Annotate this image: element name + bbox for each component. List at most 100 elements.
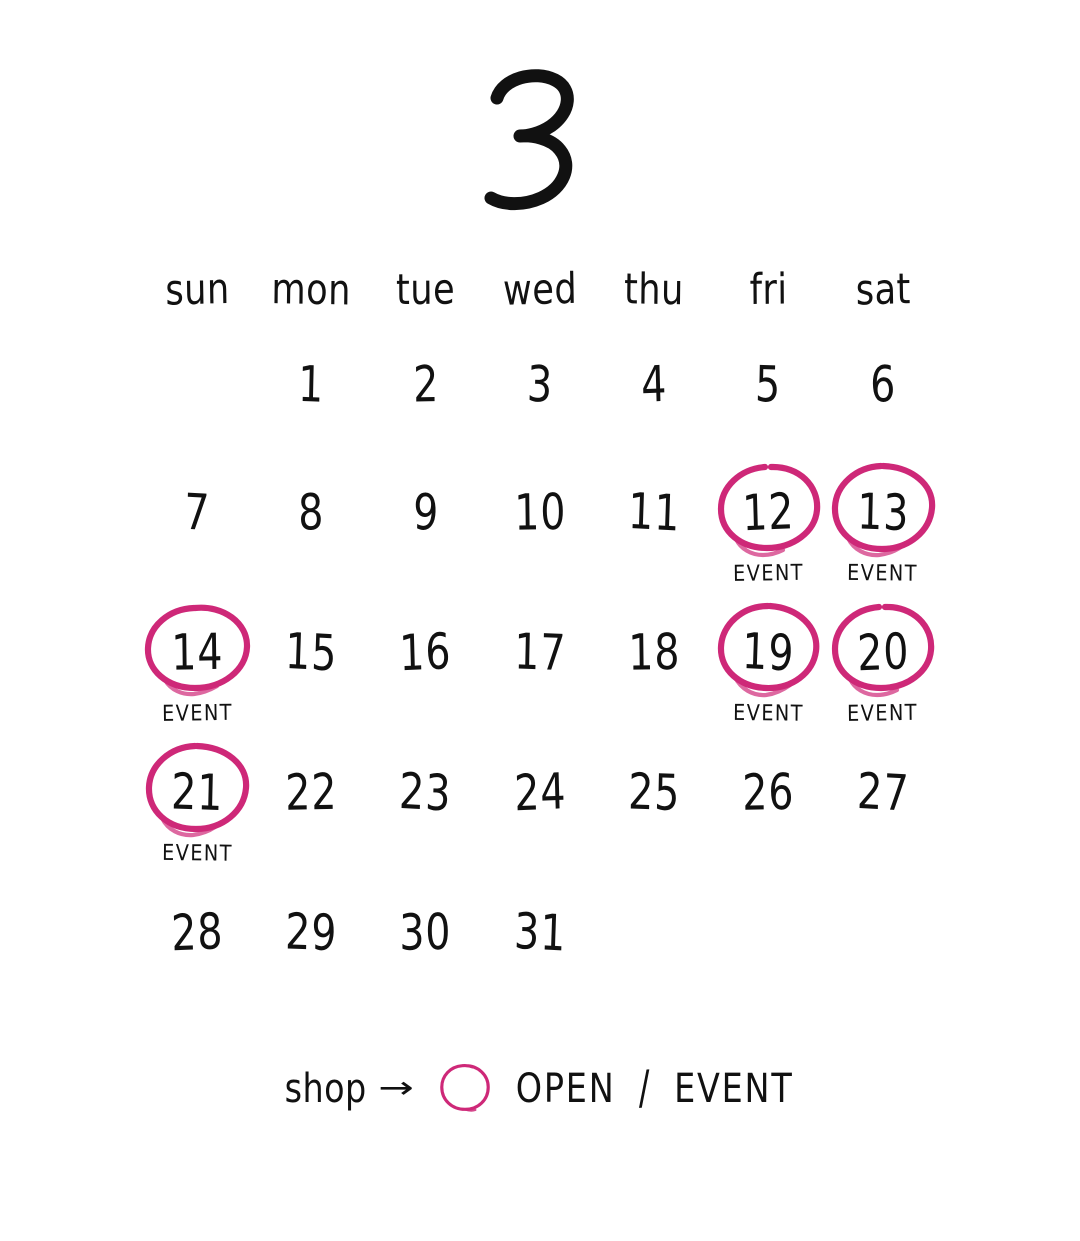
calendar-day-cell[interactable]: 10 [483, 466, 597, 606]
calendar-day-cell[interactable]: 27 [826, 746, 940, 886]
day-slot: 14 [141, 604, 253, 698]
calendar-day-cell[interactable]: 20 EVENT [826, 603, 940, 746]
day-number: 4 [640, 354, 669, 414]
calendar-week-row: 14 EVENT 15 16 17 18 19 EVENT 20 EVENT [140, 602, 940, 746]
day-slot: 5 [713, 338, 825, 430]
calendar-day-cell[interactable]: 15 [254, 606, 368, 746]
calendar-day-cell[interactable]: 30 [369, 886, 483, 1026]
calendar-day-cell[interactable]: 12 EVENT [711, 463, 825, 606]
calendar-day-cell[interactable]: 6 [826, 338, 940, 466]
calendar-week-row: 1 2 3 4 5 6 [140, 338, 940, 466]
calendar-day-cell[interactable]: 4 [597, 338, 711, 466]
calendar-day-cell[interactable]: 8 [254, 466, 368, 606]
event-label: EVENT [847, 699, 919, 727]
day-number: 9 [412, 482, 440, 542]
day-slot: 3 [484, 338, 596, 430]
day-number: 11 [627, 481, 682, 543]
weekday-cell-sun: sun [140, 262, 254, 338]
calendar-day-cell[interactable]: 17 [483, 606, 597, 746]
calendar-page: 3 sun mon tue wed thu fri sat [0, 0, 1080, 1241]
day-number: 24 [513, 761, 567, 823]
calendar-day-cell[interactable]: 29 [254, 886, 368, 1026]
day-slot: 30 [370, 886, 482, 978]
calendar-day-cell[interactable]: 16 [369, 606, 483, 746]
day-number: 19 [741, 621, 796, 683]
day-number: 12 [741, 481, 796, 543]
calendar-day-cell[interactable]: 24 [483, 746, 597, 886]
calendar-day-cell[interactable]: 5 [711, 338, 825, 466]
day-number: 29 [284, 901, 339, 963]
day-slot: 8 [255, 466, 367, 558]
calendar-day-cell[interactable]: 22 [254, 746, 368, 886]
calendar-empty-cell [140, 338, 254, 466]
day-slot: 24 [484, 746, 596, 838]
weekday-cell-tue: tue [369, 262, 483, 338]
weekday-header-row: sun mon tue wed thu fri sat [140, 262, 940, 338]
day-slot: 26 [713, 746, 825, 838]
event-label: EVENT [733, 559, 805, 587]
legend-event-label: EVENT [673, 1064, 794, 1112]
day-number: 23 [398, 761, 453, 823]
day-slot: 13 [827, 462, 939, 558]
day-number: 3 [526, 354, 554, 414]
weekday-label-tue: tue [395, 265, 456, 315]
day-slot: 31 [484, 886, 596, 978]
day-number: 28 [170, 901, 224, 963]
arrow-right-icon: → [378, 1070, 416, 1106]
day-slot: 18 [598, 606, 710, 698]
calendar-week-row: 28 29 30 31 [140, 886, 940, 1026]
day-number: 27 [855, 761, 910, 823]
day-slot: 29 [255, 886, 367, 978]
calendar-day-cell[interactable]: 1 [254, 338, 368, 466]
day-number: 13 [856, 481, 910, 543]
day-slot: 2 [370, 338, 482, 430]
day-slot: 1 [255, 338, 367, 430]
calendar-day-cell[interactable]: 2 [369, 338, 483, 466]
calendar-grid: sun mon tue wed thu fri sat 1 2 3 4 5 6 7 8 9 10 1… [140, 262, 940, 1026]
day-number: 1 [297, 354, 326, 414]
calendar-day-cell[interactable]: 28 [140, 886, 254, 1026]
day-number: 26 [742, 762, 795, 822]
day-slot [598, 886, 710, 978]
day-number: 14 [170, 622, 224, 682]
calendar-week-row: 21 EVENT 22 23 24 25 26 27 [140, 742, 940, 886]
calendar-day-cell[interactable]: 18 [597, 606, 711, 746]
calendar-day-cell[interactable]: 21 EVENT [140, 742, 254, 886]
hand-drawn-circle-icon [437, 1062, 493, 1114]
calendar-day-cell[interactable]: 26 [711, 746, 825, 886]
weekday-cell-fri: fri [711, 262, 825, 338]
event-label: EVENT [161, 699, 233, 727]
day-slot: 12 [713, 463, 825, 558]
day-slot: 7 [141, 466, 253, 558]
calendar-day-cell[interactable]: 3 [483, 338, 597, 466]
day-number: 8 [297, 482, 326, 542]
calendar-day-cell[interactable]: 14 EVENT [140, 604, 254, 746]
calendar-day-cell[interactable]: 9 [369, 466, 483, 606]
day-slot: 21 [141, 742, 253, 838]
day-number: 15 [284, 621, 339, 683]
calendar-day-cell[interactable]: 23 [369, 746, 483, 886]
day-number: 6 [869, 354, 897, 414]
day-number: 16 [398, 621, 453, 683]
month-number-glyph [484, 69, 574, 211]
day-number: 30 [399, 902, 453, 962]
day-slot: 22 [255, 746, 367, 838]
day-number: 18 [627, 622, 681, 682]
calendar-day-cell[interactable]: 7 [140, 466, 254, 606]
day-number: 22 [285, 762, 338, 822]
weekday-cell-sat: sat [826, 262, 940, 338]
calendar-empty-cell [711, 886, 825, 1026]
day-number: 25 [627, 761, 681, 823]
day-slot: 15 [255, 606, 367, 698]
calendar-empty-cell [597, 886, 711, 1026]
calendar-day-cell[interactable]: 19 EVENT [711, 602, 825, 746]
weekday-cell-mon: mon [254, 262, 368, 338]
weekday-cell-thu: thu [597, 262, 711, 338]
calendar-day-cell[interactable]: 31 [483, 886, 597, 1026]
calendar-day-cell[interactable]: 13 EVENT [826, 462, 940, 606]
day-slot: 19 [713, 602, 825, 698]
calendar-day-cell[interactable]: 11 [597, 466, 711, 606]
legend-open-label: OPEN [516, 1064, 616, 1112]
calendar-day-cell[interactable]: 25 [597, 746, 711, 886]
day-number: 31 [512, 901, 567, 963]
